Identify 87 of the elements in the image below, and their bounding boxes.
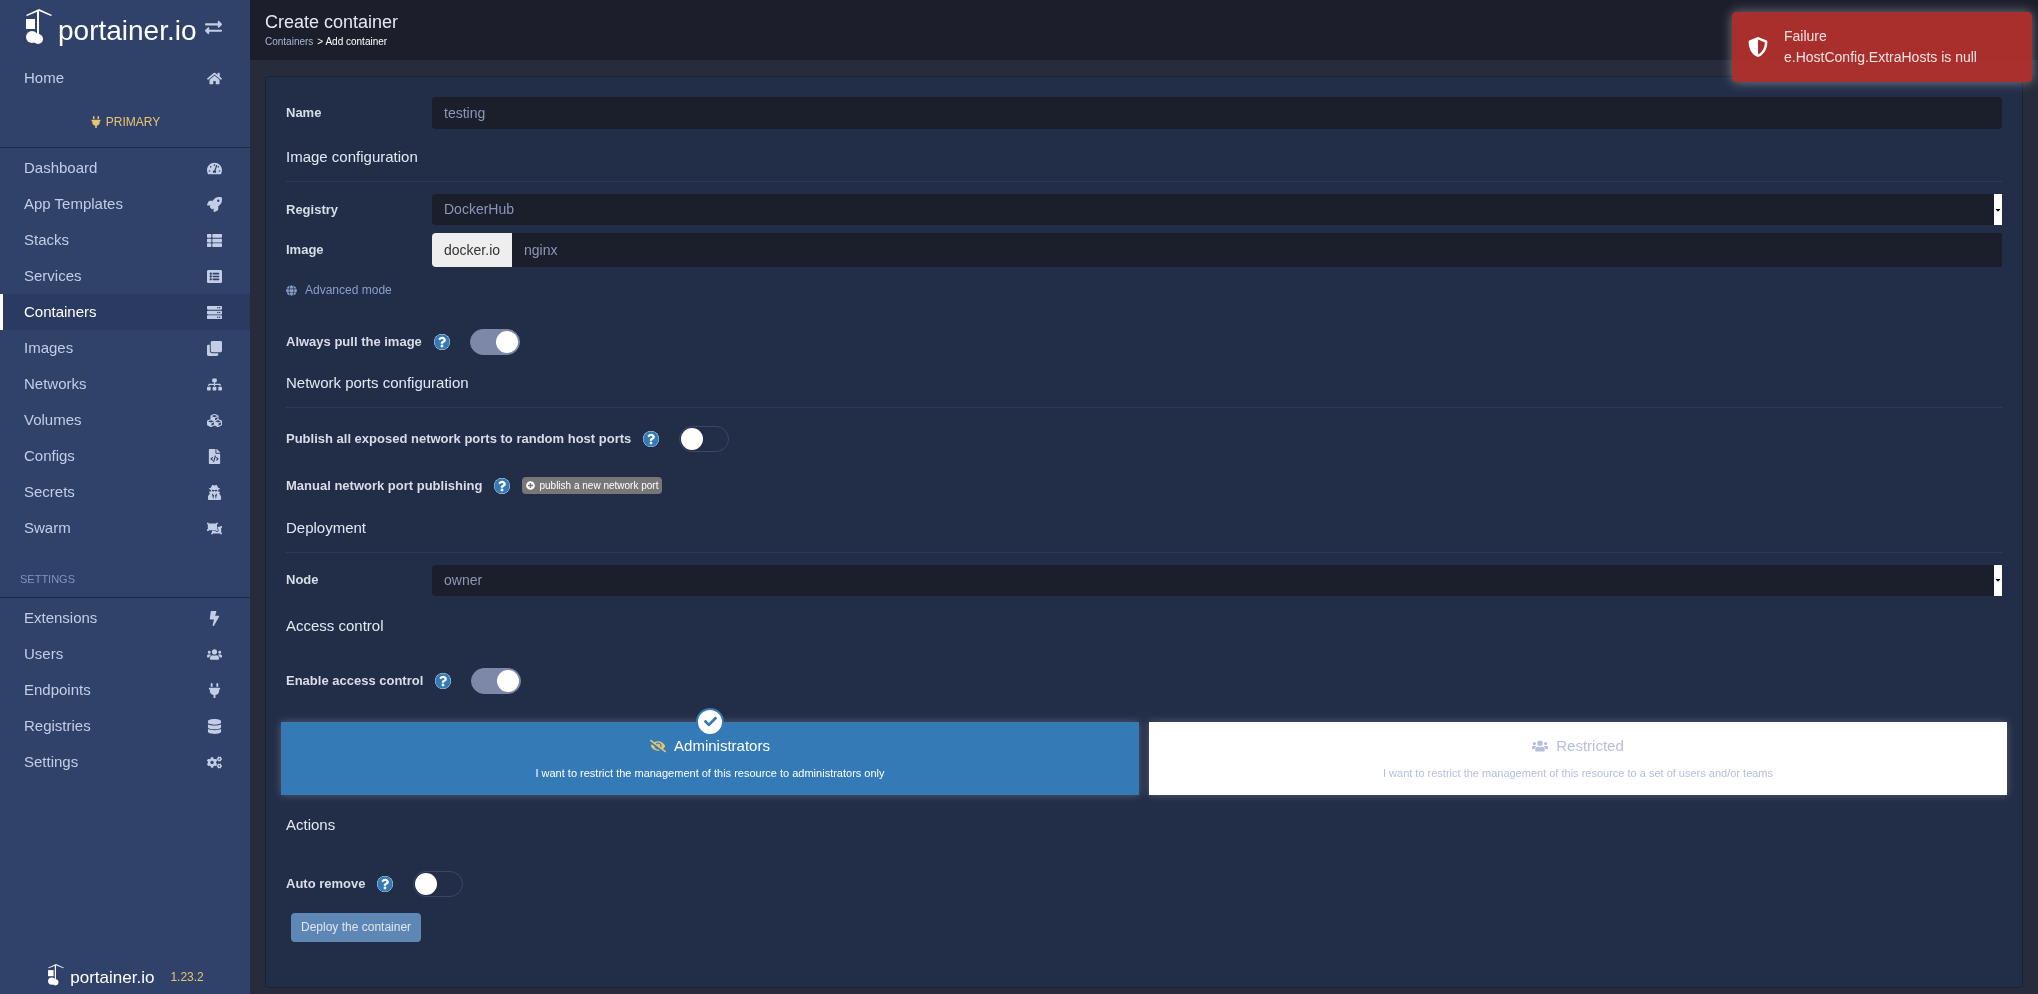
publish-port-button[interactable]: publish a new network port (522, 477, 663, 495)
file-code-icon (207, 448, 222, 464)
sidebar-item[interactable]: Swarm (0, 510, 250, 546)
users-icon (207, 646, 222, 662)
check-badge (696, 707, 724, 736)
field-label: Node (286, 571, 320, 590)
advanced-mode-link[interactable]: Advanced mode (286, 281, 392, 299)
sidebar-item[interactable]: App Templates (0, 186, 250, 222)
crane-logo-icon (24, 9, 54, 45)
field-label: Enable access control (286, 671, 424, 690)
globe-icon (286, 284, 297, 296)
sitemap-icon (207, 376, 222, 392)
sidebar-item[interactable]: Secrets (0, 474, 250, 510)
dashboard-icon (207, 160, 222, 176)
access-option-card[interactable]: Administrators I want to restrict the management of this resource to administrators only (281, 721, 1139, 795)
toast-message: e.HostConfig.ExtraHosts is null (1784, 48, 1977, 67)
logo-text: portainer.io (70, 969, 155, 986)
sidebar-item[interactable]: Configs (0, 438, 250, 474)
sidebar-item[interactable]: Extensions (0, 600, 250, 636)
help-icon[interactable] (377, 875, 394, 892)
database-icon (207, 718, 222, 734)
sidebar-item[interactable]: Home (0, 60, 250, 96)
page-title: Create container (265, 11, 399, 34)
field-label: Name (286, 104, 323, 123)
section-heading: Deployment (286, 518, 367, 536)
name-field[interactable]: testing (432, 97, 2002, 129)
option-description: I want to restrict the management of this resource to administrators only (535, 766, 885, 781)
image-field[interactable]: nginx (512, 233, 2002, 267)
eye-slash-icon (650, 737, 667, 754)
spy-icon (207, 484, 222, 500)
help-icon[interactable] (643, 431, 660, 447)
option-description: I want to restrict the management of this resource to a set of users and/or teams (1382, 766, 1774, 781)
sidebar-item[interactable]: Dashboard (0, 150, 250, 186)
section-heading: Image configuration (286, 148, 418, 165)
rocket-icon (207, 196, 222, 212)
cubes-icon (207, 412, 222, 428)
sidebar-item[interactable]: Containers (0, 294, 250, 330)
section-heading: Access control (286, 616, 384, 634)
object-ungroup-icon (207, 520, 222, 536)
help-icon[interactable] (433, 334, 450, 350)
toast-title: Failure (1784, 27, 1828, 46)
option-title: Restricted (1556, 735, 1624, 756)
sidebar-item[interactable]: Settings (0, 744, 250, 780)
field-label: Registry (286, 200, 340, 219)
bolt-icon (207, 610, 222, 626)
swap-icon[interactable] (205, 18, 222, 36)
plug-icon (89, 115, 102, 128)
sidebar-item[interactable]: Registries (0, 708, 250, 744)
gears-icon (207, 754, 222, 770)
sidebar-item[interactable]: Users (0, 636, 250, 672)
field-label: Image (286, 241, 325, 260)
plus-icon (526, 481, 536, 491)
help-icon[interactable] (435, 672, 452, 689)
list-icon (207, 268, 222, 284)
toggle-switch[interactable] (469, 329, 520, 355)
option-title: Administrators (674, 735, 770, 756)
sidebar-item[interactable]: Endpoints (0, 672, 250, 708)
sidebar-item[interactable]: Volumes (0, 402, 250, 438)
shield-icon (1748, 36, 1768, 58)
sidebar-item[interactable]: Stacks (0, 222, 250, 258)
toggle-switch[interactable] (471, 667, 522, 694)
sidebar-item[interactable]: Images (0, 330, 250, 366)
field-label: Publish all exposed network ports to random host ports (286, 430, 632, 449)
caret-icon (1994, 576, 2002, 584)
field-label: Always pull the image (286, 333, 422, 352)
endpoint-name: PRIMARY (105, 113, 161, 131)
section-heading: Actions (286, 815, 336, 833)
plug-icon (207, 682, 222, 698)
server-icon (207, 304, 222, 320)
section-heading: Network ports configuration (286, 374, 469, 391)
section-heading: SETTINGS (20, 572, 75, 588)
help-icon[interactable] (494, 477, 511, 494)
home-icon (207, 70, 222, 86)
breadcrumb-text: > Add container (317, 34, 388, 49)
logo-text: portainer.io (58, 17, 197, 45)
sidebar-item[interactable]: Networks (0, 366, 250, 402)
select-field[interactable]: DockerHub (432, 194, 2002, 225)
field-label: Auto remove (286, 874, 366, 893)
breadcrumb-link[interactable]: Containers (265, 33, 314, 49)
select-field[interactable]: owner (432, 564, 2002, 596)
clone-icon (207, 340, 222, 356)
field-label: Manual network port publishing (286, 477, 483, 495)
sidebar-item[interactable]: Services (0, 258, 250, 294)
version-label: 1.23.2 (170, 969, 204, 986)
list-icon (207, 232, 222, 248)
registry-prefix: docker.io (432, 233, 513, 267)
crane-logo-icon (46, 964, 67, 986)
